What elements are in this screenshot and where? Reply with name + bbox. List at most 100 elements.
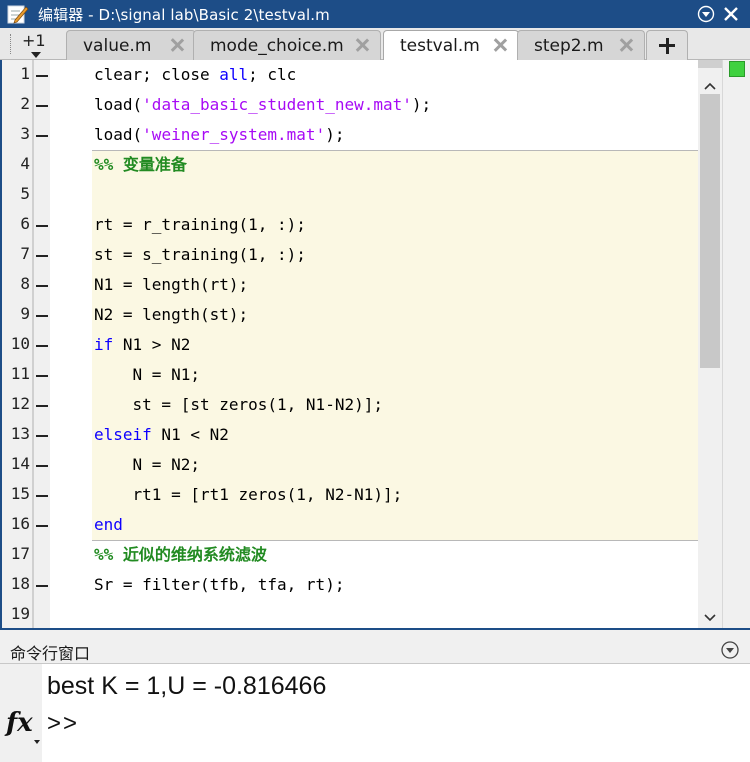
code-line-15[interactable]: rt1 = [rt1 zeros(1, N2-N1)]; — [94, 485, 403, 505]
line-number: 13 — [10, 424, 30, 443]
code-line-2[interactable]: load('data_basic_student_new.mat'); — [94, 95, 431, 115]
cell-divider — [92, 150, 700, 151]
code-line-9[interactable]: N2 = length(st); — [94, 305, 248, 325]
breakpoint-marker[interactable] — [36, 285, 48, 287]
new-tab-button[interactable] — [646, 30, 688, 60]
code-line-11[interactable]: N = N1; — [94, 365, 200, 385]
tab-strip: +1 value.m mode_choice.m testval.m step2… — [0, 28, 750, 61]
close-icon[interactable] — [722, 5, 740, 23]
close-tab-icon[interactable] — [618, 37, 634, 53]
code-text: ); — [325, 125, 345, 144]
breakpoint-marker[interactable] — [36, 345, 48, 347]
code-text: N1 < N2 — [151, 425, 229, 444]
code-text: ); — [411, 95, 432, 114]
line-number: 12 — [10, 394, 30, 413]
line-number: 5 — [20, 184, 30, 203]
code-line-16[interactable]: end — [94, 515, 123, 535]
line-number: 1 — [20, 64, 30, 83]
code-line-6[interactable]: rt = r_training(1, :); — [94, 215, 306, 235]
scroll-up-icon[interactable] — [704, 78, 716, 90]
scrollbar-split-handle[interactable] — [698, 60, 722, 68]
tab-label: mode_choice.m — [210, 35, 344, 56]
line-number: 2 — [20, 94, 30, 113]
tab-overflow-count: +1 — [22, 31, 46, 50]
tab-label: step2.m — [534, 35, 604, 56]
command-window[interactable]: fx best K = 1,U = -0.816466 >> — [0, 664, 750, 762]
breakpoint-marker[interactable] — [36, 375, 48, 377]
breakpoint-marker[interactable] — [36, 135, 48, 137]
close-tab-icon[interactable] — [492, 37, 508, 53]
code-line-8[interactable]: N1 = length(rt); — [94, 275, 248, 295]
panel-menu-icon[interactable] — [720, 640, 740, 660]
code-line-17[interactable]: %% 近似的维纳系统滤波 — [94, 545, 267, 565]
chevron-down-icon — [34, 740, 40, 744]
breakpoint-marker[interactable] — [36, 105, 48, 107]
code-keyword: if — [94, 335, 114, 354]
line-number: 10 — [10, 334, 30, 353]
function-browser-icon[interactable]: fx — [6, 708, 33, 738]
code-editor[interactable]: 1 2 3 4 5 6 7 8 9 10 11 12 13 14 15 16 17 18 19 clear; clo… — [0, 60, 722, 628]
close-tab-icon[interactable] — [354, 37, 370, 53]
command-output: best K = 1,U = -0.816466 — [47, 672, 327, 700]
code-line-12[interactable]: st = [st zeros(1, N1-N2)]; — [94, 395, 383, 415]
command-prompt[interactable]: >> — [47, 710, 79, 738]
breakpoint-marker[interactable] — [36, 465, 48, 467]
line-number: 7 — [20, 244, 30, 263]
tab-value-m[interactable]: value.m — [66, 30, 196, 60]
editor-scrollbar[interactable] — [698, 60, 722, 628]
breakpoint-marker[interactable] — [36, 495, 48, 497]
breakpoint-marker[interactable] — [36, 585, 48, 587]
breakpoint-marker[interactable] — [36, 435, 48, 437]
line-number: 11 — [10, 364, 30, 383]
code-keyword: all — [219, 65, 249, 84]
code-line-1[interactable]: clear; close all; clc — [94, 65, 296, 85]
tab-label: value.m — [83, 35, 152, 56]
tab-overflow-button[interactable]: +1 — [4, 28, 60, 60]
code-line-7[interactable]: st = s_training(1, :); — [94, 245, 306, 265]
line-number: 15 — [10, 484, 30, 503]
code-line-18[interactable]: Sr = filter(tfb, tfa, rt); — [94, 575, 344, 595]
code-text: N1 > N2 — [113, 335, 191, 354]
editor-border — [0, 628, 750, 630]
command-gutter: fx — [0, 664, 42, 762]
gutter-divider — [32, 60, 34, 628]
code-line-4[interactable]: %% 变量准备 — [94, 155, 187, 175]
editor-app-icon — [6, 2, 30, 26]
line-number: 9 — [20, 304, 30, 323]
command-window-header: 命令行窗口 — [0, 636, 750, 664]
cell-divider — [92, 540, 700, 541]
window-menu-icon[interactable] — [697, 5, 715, 23]
line-number: 3 — [20, 124, 30, 143]
code-line-14[interactable]: N = N2; — [94, 455, 200, 475]
code-text: ; clc — [248, 65, 297, 84]
tab-grip — [10, 34, 11, 54]
breakpoint-marker[interactable] — [36, 405, 48, 407]
code-keyword: elseif — [94, 425, 152, 444]
tab-mode-choice-m[interactable]: mode_choice.m — [193, 30, 381, 60]
tab-step2-m[interactable]: step2.m — [517, 30, 645, 60]
scrollbar-thumb[interactable] — [700, 94, 720, 368]
code-text: load( — [94, 95, 143, 114]
breakpoint-marker[interactable] — [36, 75, 48, 77]
breakpoint-marker[interactable] — [36, 525, 48, 527]
tab-testval-m[interactable]: testval.m — [383, 30, 519, 61]
close-tab-icon[interactable] — [169, 37, 185, 53]
scroll-down-icon[interactable] — [704, 608, 716, 622]
code-line-3[interactable]: load('weiner_system.mat'); — [94, 125, 344, 145]
line-number: 16 — [10, 514, 30, 533]
breakpoint-marker[interactable] — [36, 225, 48, 227]
chevron-down-icon — [31, 52, 41, 58]
line-number: 18 — [10, 574, 30, 593]
breakpoint-marker[interactable] — [36, 255, 48, 257]
line-number: 17 — [10, 544, 30, 563]
command-window-title: 命令行窗口 — [10, 644, 91, 663]
code-line-13[interactable]: elseif N1 < N2 — [94, 425, 229, 445]
code-analyzer-ok-icon[interactable] — [729, 61, 745, 77]
window-title: 编辑器 - D:\signal lab\Basic 2\testval.m — [38, 5, 330, 24]
code-analyzer-strip — [722, 60, 750, 628]
breakpoint-marker[interactable] — [36, 315, 48, 317]
plus-icon — [659, 37, 675, 54]
title-bar: 编辑器 - D:\signal lab\Basic 2\testval.m — [0, 0, 750, 28]
code-text: load( — [94, 125, 143, 144]
code-line-10[interactable]: if N1 > N2 — [94, 335, 190, 355]
